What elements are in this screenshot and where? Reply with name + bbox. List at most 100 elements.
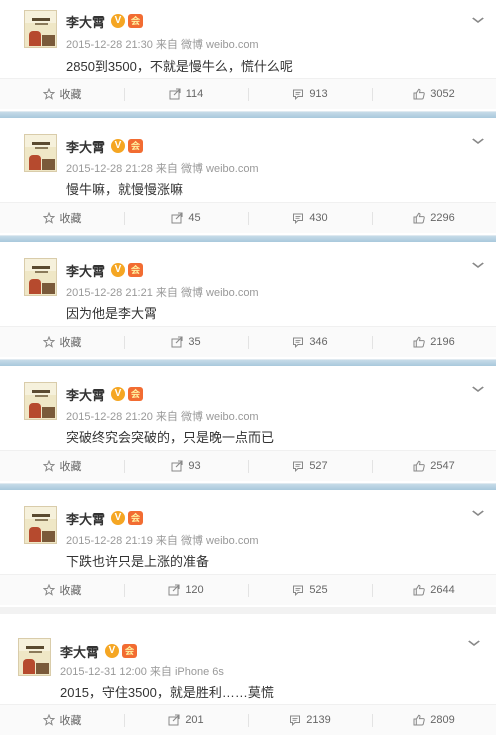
like-button[interactable]: 2196: [372, 327, 496, 358]
comment-button[interactable]: 913: [248, 79, 372, 110]
thumbs-up-icon: [413, 88, 425, 100]
post-text: 2015，守住3500，就是胜利……莫慌: [60, 685, 274, 700]
member-badge-icon: 会: [122, 644, 138, 658]
author-name[interactable]: 李大霄: [66, 385, 105, 404]
author-row: 李大霄 V 会: [60, 642, 138, 661]
repost-arrow-icon: [168, 714, 180, 726]
favorite-button[interactable]: 收藏: [0, 79, 124, 110]
verified-badge-icon: V: [111, 14, 126, 28]
favorite-label: 收藏: [59, 213, 82, 225]
repost-button[interactable]: 120: [124, 575, 248, 606]
favorite-label: 收藏: [59, 461, 82, 473]
favorite-button[interactable]: 收藏: [0, 327, 124, 358]
favorite-label: 收藏: [59, 715, 82, 727]
author-name[interactable]: 李大霄: [66, 12, 105, 31]
comment-bubble-icon: [292, 584, 304, 596]
favorite-button[interactable]: 收藏: [0, 705, 124, 736]
repost-count: 114: [185, 88, 204, 100]
like-button[interactable]: 2547: [372, 451, 496, 482]
member-badge-icon: 会: [128, 14, 144, 28]
star-outline-icon: [42, 212, 55, 224]
action-bar: 收藏 114 913 3052: [0, 78, 496, 109]
star-outline-icon: [42, 336, 55, 348]
post-text: 因为他是李大霄: [66, 306, 158, 321]
repost-arrow-icon: [169, 88, 181, 100]
comment-bubble-icon: [289, 714, 301, 726]
chevron-down-icon[interactable]: [470, 507, 486, 519]
repost-button[interactable]: 35: [124, 327, 248, 358]
post-meta: 2015-12-28 21:20 来自 微博 weibo.com: [66, 411, 259, 423]
weibo-post: 李大霄 V 会 2015-12-28 21:21 来自 微博 weibo.com…: [0, 242, 496, 359]
avatar[interactable]: [24, 10, 57, 48]
chevron-down-icon[interactable]: [470, 135, 486, 147]
avatar[interactable]: [24, 134, 57, 172]
repost-arrow-icon: [171, 460, 183, 472]
comment-button[interactable]: 346: [248, 327, 372, 358]
comment-count: 430: [309, 212, 328, 224]
verified-badge-icon: V: [111, 263, 126, 277]
comment-button[interactable]: 525: [248, 575, 372, 606]
comment-button[interactable]: 430: [248, 203, 372, 234]
like-count: 2196: [430, 336, 455, 348]
repost-count: 201: [185, 714, 204, 726]
verified-badge-icon: V: [105, 644, 120, 658]
comment-button[interactable]: 2139: [248, 705, 372, 736]
repost-button[interactable]: 45: [124, 203, 248, 234]
post-divider: [0, 235, 496, 242]
comment-bubble-icon: [292, 460, 304, 472]
post-text: 突破终究会突破的，只是晚一点而已: [66, 430, 275, 445]
thumbs-up-icon: [413, 714, 425, 726]
author-name[interactable]: 李大霄: [66, 137, 105, 156]
comment-bubble-icon: [292, 88, 304, 100]
like-button[interactable]: 2644: [372, 575, 496, 606]
post-text: 下跌也许只是上涨的准备: [66, 554, 210, 569]
favorite-label: 收藏: [59, 585, 82, 597]
post-meta: 2015-12-31 12:00 来自 iPhone 6s: [60, 666, 224, 678]
repost-count: 45: [188, 212, 201, 224]
like-count: 2809: [430, 714, 455, 726]
thumbs-up-icon: [413, 336, 425, 348]
author-name[interactable]: 李大霄: [66, 261, 105, 280]
comment-bubble-icon: [292, 212, 304, 224]
weibo-post: 李大霄 V 会 2015-12-28 21:28 来自 微博 weibo.com…: [0, 118, 496, 235]
author-name[interactable]: 李大霄: [66, 509, 105, 528]
author-name[interactable]: 李大霄: [60, 642, 99, 661]
repost-button[interactable]: 114: [124, 79, 248, 110]
like-button[interactable]: 2809: [372, 705, 496, 736]
avatar[interactable]: [24, 258, 57, 296]
chevron-down-icon[interactable]: [470, 259, 486, 271]
favorite-button[interactable]: 收藏: [0, 203, 124, 234]
comment-button[interactable]: 527: [248, 451, 372, 482]
favorite-button[interactable]: 收藏: [0, 575, 124, 606]
like-count: 2644: [430, 584, 455, 596]
member-badge-icon: 会: [128, 387, 144, 401]
member-badge-icon: 会: [128, 139, 144, 153]
like-count: 3052: [430, 88, 455, 100]
post-meta: 2015-12-28 21:30 来自 微博 weibo.com: [66, 39, 259, 51]
repost-button[interactable]: 201: [124, 705, 248, 736]
avatar[interactable]: [24, 506, 57, 544]
repost-arrow-icon: [171, 212, 183, 224]
chevron-down-icon[interactable]: [470, 383, 486, 395]
favorite-button[interactable]: 收藏: [0, 451, 124, 482]
repost-button[interactable]: 93: [124, 451, 248, 482]
weibo-post: 李大霄 V 会 2015-12-28 21:19 来自 微博 weibo.com…: [0, 490, 496, 607]
verified-badge-icon: V: [111, 511, 126, 525]
avatar[interactable]: [24, 382, 57, 420]
post-meta: 2015-12-28 21:21 来自 微博 weibo.com: [66, 287, 259, 299]
post-divider: [0, 359, 496, 366]
like-button[interactable]: 2296: [372, 203, 496, 234]
post-meta: 2015-12-28 21:28 来自 微博 weibo.com: [66, 163, 259, 175]
repost-arrow-icon: [168, 584, 180, 596]
thumbs-up-icon: [413, 212, 425, 224]
author-row: 李大霄 V 会: [66, 12, 144, 31]
avatar[interactable]: [18, 638, 51, 676]
author-row: 李大霄 V 会: [66, 261, 144, 280]
like-button[interactable]: 3052: [372, 79, 496, 110]
chevron-down-icon[interactable]: [466, 637, 482, 649]
chevron-down-icon[interactable]: [470, 14, 486, 26]
post-divider: [0, 483, 496, 490]
favorite-label: 收藏: [59, 337, 82, 349]
weibo-post: 李大霄 V 会 2015-12-31 12:00 来自 iPhone 6s 20…: [0, 614, 496, 739]
post-meta: 2015-12-28 21:19 来自 微博 weibo.com: [66, 535, 259, 547]
